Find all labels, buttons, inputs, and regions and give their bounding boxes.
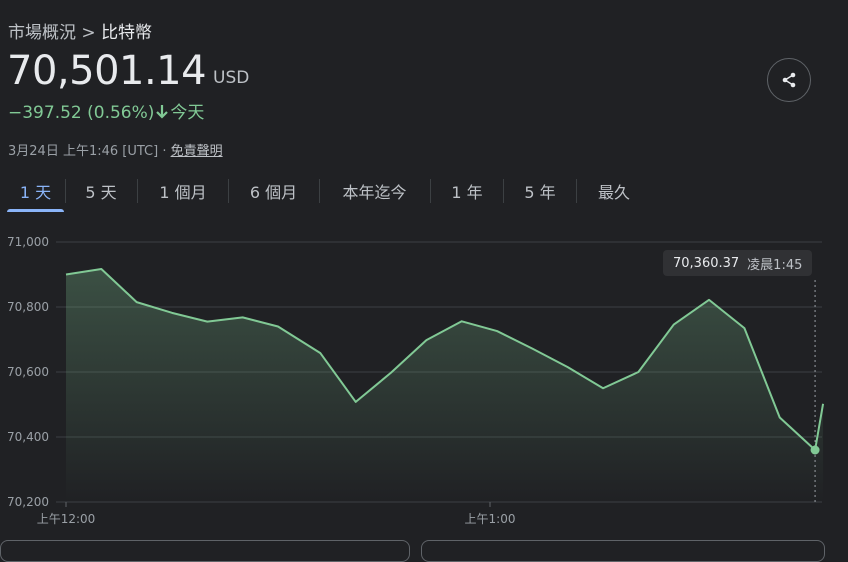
- y-tick-label: 70,400: [7, 430, 49, 444]
- bottom-card-right[interactable]: [421, 540, 825, 562]
- change-period: 今天: [170, 103, 205, 123]
- bottom-card-left[interactable]: [0, 540, 410, 562]
- x-tick-label: 上午1:00: [465, 512, 516, 526]
- tab-1-day[interactable]: 1 天: [7, 172, 64, 212]
- price-change: −397.52 (0.56%) 今天: [8, 98, 204, 123]
- price-value: 70,501.14: [7, 48, 207, 94]
- tab-label: 本年迄今: [342, 183, 407, 202]
- tab-1-year[interactable]: 1 年: [431, 172, 503, 210]
- tab-max[interactable]: 最久: [577, 172, 651, 210]
- selected-tab-indicator: [7, 209, 64, 212]
- tab-label: 1 天: [19, 183, 52, 202]
- x-tick-label: 上午12:00: [37, 512, 96, 526]
- breadcrumb: 市場概況 > 比特幣: [8, 18, 152, 43]
- tab-label: 1 年: [451, 183, 483, 202]
- tab-label: 6 個月: [249, 183, 298, 202]
- timestamp: 3月24日 上午1:46 [UTC] ·: [8, 144, 171, 159]
- tab-6-months[interactable]: 6 個月: [229, 172, 318, 210]
- y-tick-label: 70,600: [7, 365, 49, 379]
- breadcrumb-current: 比特幣: [101, 23, 153, 43]
- tooltip-time: 凌晨1:45: [747, 257, 803, 273]
- tooltip-value: 70,360.37: [673, 255, 740, 271]
- y-tick-label: 70,200: [7, 495, 49, 509]
- y-tick-label: 70,800: [7, 300, 49, 314]
- breadcrumb-separator: >: [81, 23, 96, 43]
- change-amount: −397.52 (0.56%): [8, 103, 155, 123]
- quote-meta: 3月24日 上午1:46 [UTC] · 免責聲明: [8, 140, 223, 159]
- tab-label: 最久: [597, 183, 630, 202]
- currency-label: USD: [213, 68, 250, 88]
- area-fill: [66, 268, 824, 502]
- tab-ytd[interactable]: 本年迄今: [320, 172, 429, 210]
- breadcrumb-parent-link[interactable]: 市場概況: [8, 23, 76, 43]
- arrow-down-icon: [156, 105, 169, 119]
- tab-label: 1 個月: [159, 183, 207, 202]
- share-icon: [782, 72, 796, 88]
- tab-1-month[interactable]: 1 個月: [138, 172, 228, 210]
- y-tick-label: 71,000: [7, 235, 49, 249]
- tab-5-days[interactable]: 5 天: [66, 172, 136, 210]
- disclaimer-link[interactable]: 免責聲明: [171, 144, 223, 159]
- hover-point: [810, 445, 820, 455]
- tab-label: 5 年: [524, 183, 556, 202]
- time-range-tabs: 1 天 5 天 1 個月 6 個月 本年迄今 1 年 5 年 最久: [0, 172, 848, 212]
- tab-5-years[interactable]: 5 年: [504, 172, 576, 210]
- share-button[interactable]: [767, 58, 811, 102]
- hover-tooltip: 70,360.37 凌晨1:45: [663, 250, 813, 276]
- tab-label: 5 天: [85, 183, 117, 202]
